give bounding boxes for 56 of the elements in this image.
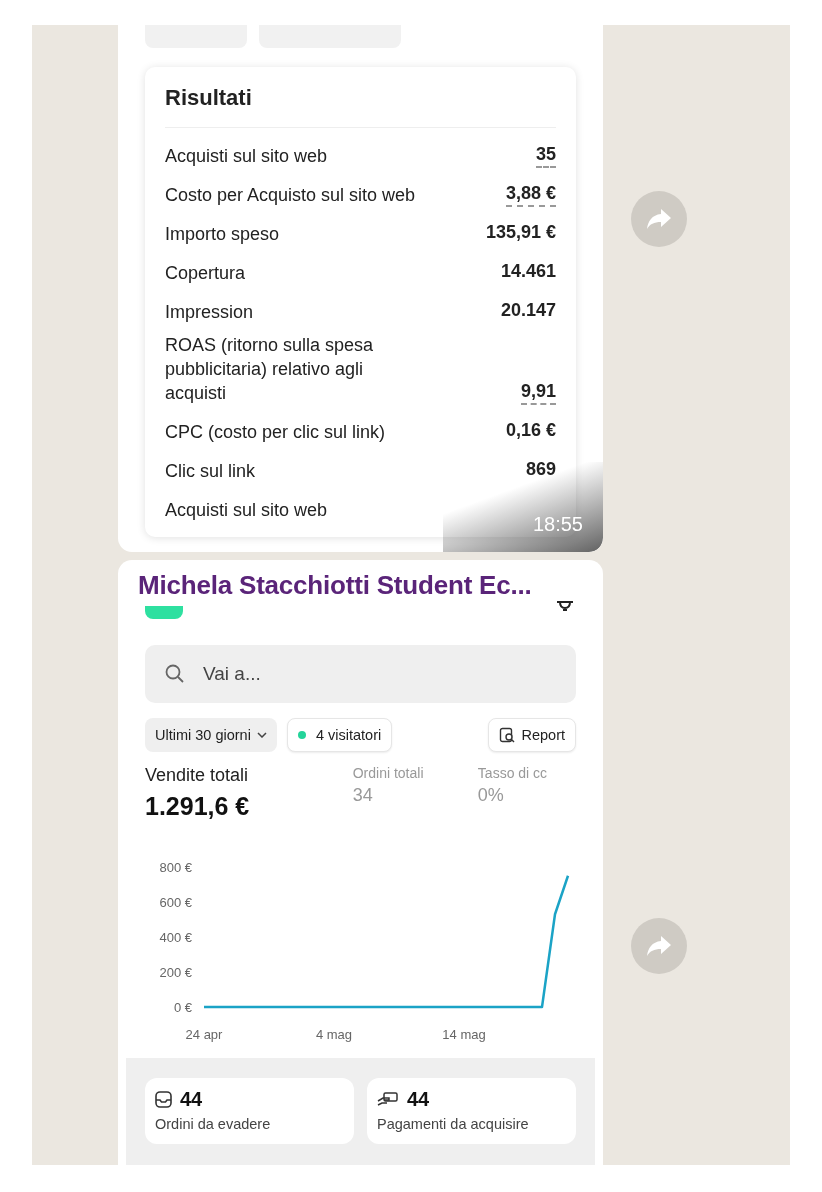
metric-label: Costo per Acquisto sul sito web <box>165 184 416 207</box>
forward-button[interactable] <box>631 191 687 247</box>
metric-label: Importo speso <box>165 223 280 246</box>
x-tick-label: 14 mag <box>442 1027 486 1042</box>
stat-label: Vendite totali <box>145 765 250 786</box>
bell-icon[interactable] <box>554 600 576 614</box>
metric-value: 14.461 <box>500 261 556 283</box>
metric-value: 135,91 € <box>485 222 556 244</box>
metric-label: Acquisti sul sito web <box>165 145 328 168</box>
metric-value: 35 <box>535 144 556 168</box>
metric-label: Impression <box>165 301 254 324</box>
metric-label: Acquisti sul sito web <box>165 499 328 522</box>
stat-label: Tasso di cc <box>477 765 549 781</box>
metric-label: ROAS (ritorno sulla spesa pubblicitaria) relativo agli acquisti <box>165 334 375 405</box>
metric-value: 3,88 € <box>505 183 556 207</box>
x-tick-label: 24 apr <box>185 1027 223 1042</box>
report-button[interactable]: Report <box>488 718 576 752</box>
search-field[interactable]: Vai a... <box>145 645 576 703</box>
sender-name[interactable]: Michela Stacchiotti Student Ec... <box>118 560 603 606</box>
metric-label: CPC (costo per clic sul link) <box>165 421 386 444</box>
task-card[interactable]: 44 Pagamenti da acquisire <box>367 1078 576 1144</box>
task-label: Ordini da evadere <box>155 1116 272 1132</box>
metric-value: 0,16 € <box>505 420 556 442</box>
search-icon <box>165 664 185 684</box>
stat-value: 34 <box>352 785 374 806</box>
forward-icon <box>646 935 672 957</box>
y-tick-label: 200 € <box>159 965 192 980</box>
y-tick-label: 800 € <box>159 860 192 875</box>
y-tick-label: 600 € <box>159 895 192 910</box>
forward-icon <box>646 208 672 230</box>
task-count: 44 <box>407 1088 430 1111</box>
metric-label: Clic sul link <box>165 460 256 483</box>
task-count: 44 <box>180 1088 203 1111</box>
report-icon <box>499 727 516 743</box>
task-label: Pagamenti da acquisire <box>377 1116 530 1132</box>
stat-value: 0% <box>477 785 505 806</box>
task-card[interactable]: 44 Ordini da evadere <box>145 1078 354 1144</box>
message-time: 18:55 <box>532 513 583 536</box>
visitors-button[interactable]: 4 visitatori <box>286 718 393 752</box>
logo-badge <box>145 606 183 619</box>
hand-card-icon <box>377 1091 399 1108</box>
inbox-icon <box>155 1091 172 1108</box>
forward-button[interactable] <box>631 918 687 974</box>
stat-label: Ordini totali <box>352 765 425 781</box>
period-dropdown[interactable]: Ultimi 30 giorni <box>145 718 277 752</box>
y-tick-label: 0 € <box>173 1000 192 1015</box>
live-dot-icon <box>297 731 306 739</box>
card-title: Risultati <box>165 85 253 111</box>
metric-label: Copertura <box>165 262 246 285</box>
metric-value: 20.147 <box>500 300 556 322</box>
stat-value: 1.291,6 € <box>145 792 251 821</box>
chevron-down-icon <box>256 732 267 738</box>
metric-value: 869 <box>525 459 556 481</box>
y-tick-label: 400 € <box>159 930 192 945</box>
x-tick-label: 4 mag <box>315 1027 353 1042</box>
metric-value: 9,91 <box>520 381 556 405</box>
